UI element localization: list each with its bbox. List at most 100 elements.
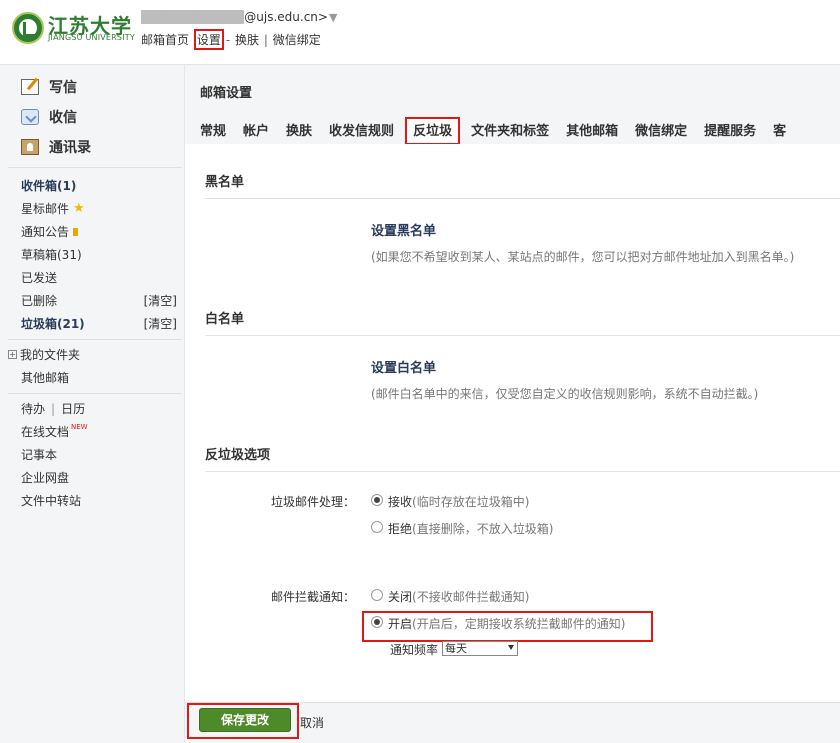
notify-on-radio[interactable] [371,616,383,628]
write-mail-button[interactable]: 写信 [21,77,77,97]
tab-more[interactable]: 客 [767,118,792,144]
notify-frequency-label: 通知频率 [390,643,439,657]
settings-tabs: 常规 帐户 换肤 收发信规则 反垃圾 文件夹和标签 其他邮箱 微信绑定 提醒服务… [194,117,797,145]
account-domain: @ujs.edu.cn> [244,10,328,24]
notify-off-option[interactable]: 关闭(不接收邮件拦截通知) [388,588,529,605]
nav-settings[interactable]: 设置 [197,33,221,47]
top-header: 江苏大学 JIANGSU UNIVERSITY 2111000003957 @uj… [0,0,840,64]
tab-reminder[interactable]: 提醒服务 [698,118,762,144]
blacklist-description: (如果您不希望收到某人、某站点的邮件，您可以把对方邮件地址加入到黑名单。) [371,250,795,264]
other-mailbox[interactable]: 其他邮箱 [21,369,177,386]
folder-notice-label: 通知公告 [21,225,70,239]
receive-mail-label: 收信 [49,110,77,126]
tab-account[interactable]: 帐户 [237,118,275,144]
junk-reject-label: 拒绝 [388,522,413,536]
todo-calendar-row: 待办 | 日历 [21,400,86,417]
junk-reject-hint: (直接删除，不放入垃圾箱) [412,522,554,536]
sidebar-divider [8,339,182,340]
my-folders[interactable]: + 我的文件夹 [8,346,164,363]
receive-mail-icon [21,109,39,125]
notify-off-label: 关闭 [388,590,413,604]
folder-sent-label: 已发送 [21,271,58,285]
tab-mail-rules[interactable]: 收发信规则 [323,118,400,144]
antispam-content: 黑名单 设置黑名单 (如果您不希望收到某人、某站点的邮件，您可以把对方邮件地址加… [185,144,840,702]
netdisk-label: 企业网盘 [21,471,70,485]
chevron-down-icon[interactable]: ▼ [329,11,337,24]
junk-reject-option[interactable]: 拒绝(直接删除，不放入垃圾箱) [388,520,553,537]
folder-inbox[interactable]: 收件箱(1) [21,177,177,194]
folder-sent[interactable]: 已发送 [21,269,177,286]
tab-antispam[interactable]: 反垃圾 [405,117,461,145]
antispam-options-title: 反垃圾选项 [205,444,840,472]
online-docs-label: 在线文档 [21,425,70,439]
junk-accept-hint: (临时存放在垃圾箱中) [412,495,530,509]
other-mailbox-label: 其他邮箱 [21,371,70,385]
tab-other-mailbox[interactable]: 其他邮箱 [560,118,624,144]
todo-link[interactable]: 待办 [21,400,45,417]
junk-accept-label: 接收 [388,495,413,509]
junk-handling-label: 垃圾邮件处理： [271,495,356,509]
folder-notice[interactable]: 通知公告 [21,223,177,240]
receive-mail-button[interactable]: 收信 [21,107,77,127]
junk-accept-option[interactable]: 接收(临时存放在垃圾箱中) [388,493,529,510]
action-footer: 保存更改 取消 [185,702,840,743]
empty-spam-link[interactable]: [清空] [144,315,177,332]
whitelist-section-title: 白名单 [205,308,840,336]
set-whitelist-link[interactable]: 设置白名单 [371,357,436,376]
file-transfer[interactable]: 文件中转站 [21,492,177,509]
folder-spam[interactable]: 垃圾箱(21) [清空] [21,315,177,332]
folder-drafts[interactable]: 草稿箱(31) [21,246,177,263]
university-logo-icon[interactable] [12,12,44,44]
notify-on-option[interactable]: 开启(开启后，定期接收系统拦截邮件的通知) [388,615,625,632]
speaker-icon [73,227,81,236]
folder-drafts-label: 草稿箱(31) [21,248,82,262]
folder-starred-label: 星标邮件 [21,202,70,216]
sidebar-divider [8,393,182,394]
folder-inbox-label: 收件箱(1) [21,179,77,193]
whitelist-description: (邮件白名单中的来信，仅受您自定义的收信规则影响，系统不自动拦截。) [371,387,759,401]
contacts-button[interactable]: 通讯录 [21,137,91,157]
file-transfer-label: 文件中转站 [21,494,82,508]
save-changes-button[interactable]: 保存更改 [199,708,291,732]
notify-frequency-value: 每天 [445,642,467,655]
folder-spam-label: 垃圾箱(21) [21,317,85,331]
nav-skin[interactable]: 换肤 [235,33,259,47]
junk-accept-radio[interactable] [371,494,383,506]
folder-deleted[interactable]: 已删除 [清空] [21,292,177,309]
settings-header: 邮箱设置 常规 帐户 换肤 收发信规则 反垃圾 文件夹和标签 其他邮箱 微信绑定… [185,65,840,145]
set-blacklist-link[interactable]: 设置黑名单 [371,220,436,239]
notify-off-radio[interactable] [371,589,383,601]
notify-frequency-select[interactable]: 每天 [442,641,518,656]
calendar-link[interactable]: 日历 [61,400,85,417]
notebook[interactable]: 记事本 [21,446,177,463]
tab-folders-labels[interactable]: 文件夹和标签 [465,118,555,144]
nav-wechat-bind[interactable]: 微信绑定 [273,33,321,47]
junk-reject-radio[interactable] [371,521,383,533]
compose-pencil-icon [21,79,39,95]
notify-on-hint: (开启后，定期接收系统拦截邮件的通知) [412,617,626,631]
top-nav: 邮箱首页 设置 - 换肤 | 微信绑定 [141,29,321,50]
folder-deleted-label: 已删除 [21,294,58,308]
page-title: 邮箱设置 [200,86,253,101]
notebook-label: 记事本 [21,448,58,462]
folder-starred[interactable]: 星标邮件 ★ [21,200,177,217]
tab-general[interactable]: 常规 [194,118,232,144]
tab-wechat-bind[interactable]: 微信绑定 [629,118,693,144]
address-book-icon [21,139,39,155]
settings-panel: 邮箱设置 常规 帐户 换肤 收发信规则 反垃圾 文件夹和标签 其他邮箱 微信绑定… [185,64,840,743]
online-docs[interactable]: 在线文档 NEW [21,423,177,440]
new-badge: NEW [71,422,88,431]
write-mail-label: 写信 [49,80,77,96]
tab-skin[interactable]: 换肤 [280,118,318,144]
cancel-link[interactable]: 取消 [300,714,324,731]
contacts-label: 通讯录 [49,140,91,156]
expand-plus-icon[interactable]: + [8,350,17,359]
enterprise-netdisk[interactable]: 企业网盘 [21,469,177,486]
blacklist-section-title: 黑名单 [205,171,840,199]
nav-mailbox-home[interactable]: 邮箱首页 [141,33,189,47]
dropdown-arrow-icon [508,645,514,650]
sidebar: 写信 收信 通讯录 收件箱(1) 星标邮件 ★ 通知公告 草稿箱(31) 已发送 … [0,64,184,743]
account-switcher[interactable]: 2111000003957 @ujs.edu.cn>▼ [141,10,337,24]
notify-on-label: 开启 [388,617,413,631]
empty-deleted-link[interactable]: [清空] [144,292,177,309]
